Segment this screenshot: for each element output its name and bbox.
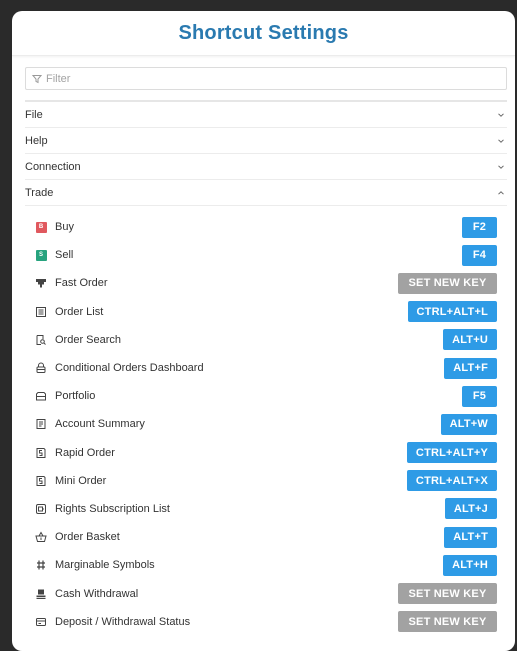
item-label: Portfolio — [55, 390, 96, 403]
section-connection[interactable]: Connection — [25, 154, 507, 180]
list-item: Mini Order CTRL+ALT+X — [25, 467, 507, 495]
item-label: Conditional Orders Dashboard — [55, 362, 204, 375]
list-item: Rapid Order CTRL+ALT+Y — [25, 439, 507, 467]
list-item: S Sell F4 — [25, 241, 507, 269]
item-label: Buy — [55, 221, 74, 234]
section-file[interactable]: File — [25, 102, 507, 128]
item-label: Marginable Symbols — [55, 559, 155, 572]
item-label: Account Summary — [55, 418, 145, 431]
filter-icon — [32, 74, 42, 83]
conditional-orders-icon — [34, 361, 48, 375]
filter-box[interactable] — [25, 67, 507, 90]
section-help[interactable]: Help — [25, 128, 507, 154]
account-summary-icon — [34, 417, 48, 431]
filter-input[interactable] — [46, 72, 446, 85]
shortcut-key-button[interactable]: CTRL+ALT+L — [407, 301, 497, 323]
shortcut-settings-panel: Shortcut Settings File Help Connection T… — [12, 11, 515, 651]
list-item: Conditional Orders Dashboard ALT+F — [25, 354, 507, 382]
cash-withdrawal-icon — [34, 587, 48, 601]
shortcut-key-button[interactable]: ALT+J — [444, 498, 497, 520]
filter-container — [12, 56, 515, 100]
sell-badge-icon: S — [34, 248, 48, 262]
item-label: Rapid Order — [55, 446, 115, 459]
buy-badge-icon: B — [34, 220, 48, 234]
chevron-down-icon — [498, 164, 504, 169]
item-label: Order List — [55, 305, 104, 318]
section-label: Help — [25, 134, 48, 147]
chevron-down-icon — [498, 112, 504, 117]
item-label: Fast Order — [55, 277, 108, 290]
set-new-key-button[interactable]: SET NEW KEY — [398, 583, 497, 605]
shortcut-key-button[interactable]: F4 — [462, 244, 497, 266]
section-label: Connection — [25, 160, 81, 173]
shortcut-key-button[interactable]: F2 — [462, 216, 497, 238]
item-label: Order Search — [55, 333, 122, 346]
marginable-symbols-icon — [34, 558, 48, 572]
shortcut-key-button[interactable]: CTRL+ALT+Y — [406, 442, 497, 464]
list-item: Rights Subscription List ALT+J — [25, 495, 507, 523]
rights-subscription-icon — [34, 502, 48, 516]
shortcut-key-button[interactable]: F5 — [462, 385, 497, 407]
list-item: Order List CTRL+ALT+L — [25, 298, 507, 326]
sell-badge: S — [35, 249, 47, 261]
shortcut-key-button[interactable]: ALT+U — [443, 329, 497, 351]
set-new-key-button[interactable]: SET NEW KEY — [398, 611, 497, 633]
item-label: Cash Withdrawal — [55, 587, 139, 600]
list-item: Order Basket ALT+T — [25, 523, 507, 551]
mini-order-icon — [34, 474, 48, 488]
item-label: Sell — [55, 249, 74, 262]
item-label: Rights Subscription List — [55, 502, 170, 515]
list-item: Cash Withdrawal SET NEW KEY — [25, 579, 507, 607]
rapid-order-icon — [34, 446, 48, 460]
item-label: Mini Order — [55, 474, 107, 487]
section-trade[interactable]: Trade — [25, 180, 507, 206]
chevron-up-icon — [498, 190, 504, 195]
deposit-withdrawal-status-icon — [34, 615, 48, 629]
set-new-key-button[interactable]: SET NEW KEY — [398, 272, 497, 294]
shortcut-key-button[interactable]: ALT+T — [444, 526, 497, 548]
order-list-icon — [34, 305, 48, 319]
list-item: Account Summary ALT+W — [25, 410, 507, 438]
buy-badge: B — [35, 221, 47, 233]
shortcut-key-button[interactable]: ALT+F — [444, 357, 497, 379]
list-item: Deposit / Withdrawal Status SET NEW KEY — [25, 608, 507, 636]
panel-header: Shortcut Settings — [12, 11, 515, 56]
shortcut-key-button[interactable]: ALT+W — [440, 413, 497, 435]
item-label: Order Basket — [55, 531, 120, 544]
section-label: File — [25, 108, 43, 121]
section-list: File Help Connection Trade — [25, 100, 507, 206]
item-label: Deposit / Withdrawal Status — [55, 615, 191, 628]
shortcut-key-button[interactable]: ALT+H — [443, 554, 497, 576]
list-item: Fast Order SET NEW KEY — [25, 269, 507, 297]
trade-shortcut-list: B Buy F2 S Sell F4 Fast Order SET NEW KE… — [25, 206, 507, 636]
list-item: Order Search ALT+U — [25, 326, 507, 354]
list-item: Marginable Symbols ALT+H — [25, 551, 507, 579]
list-item: Portfolio F5 — [25, 382, 507, 410]
order-search-icon — [34, 333, 48, 347]
page-title: Shortcut Settings — [178, 22, 349, 44]
list-item: B Buy F2 — [25, 213, 507, 241]
fast-order-icon — [34, 276, 48, 290]
section-label: Trade — [25, 186, 54, 199]
shortcut-key-button[interactable]: CTRL+ALT+X — [406, 470, 497, 492]
chevron-down-icon — [498, 138, 504, 143]
order-basket-icon — [34, 530, 48, 544]
portfolio-icon — [34, 389, 48, 403]
